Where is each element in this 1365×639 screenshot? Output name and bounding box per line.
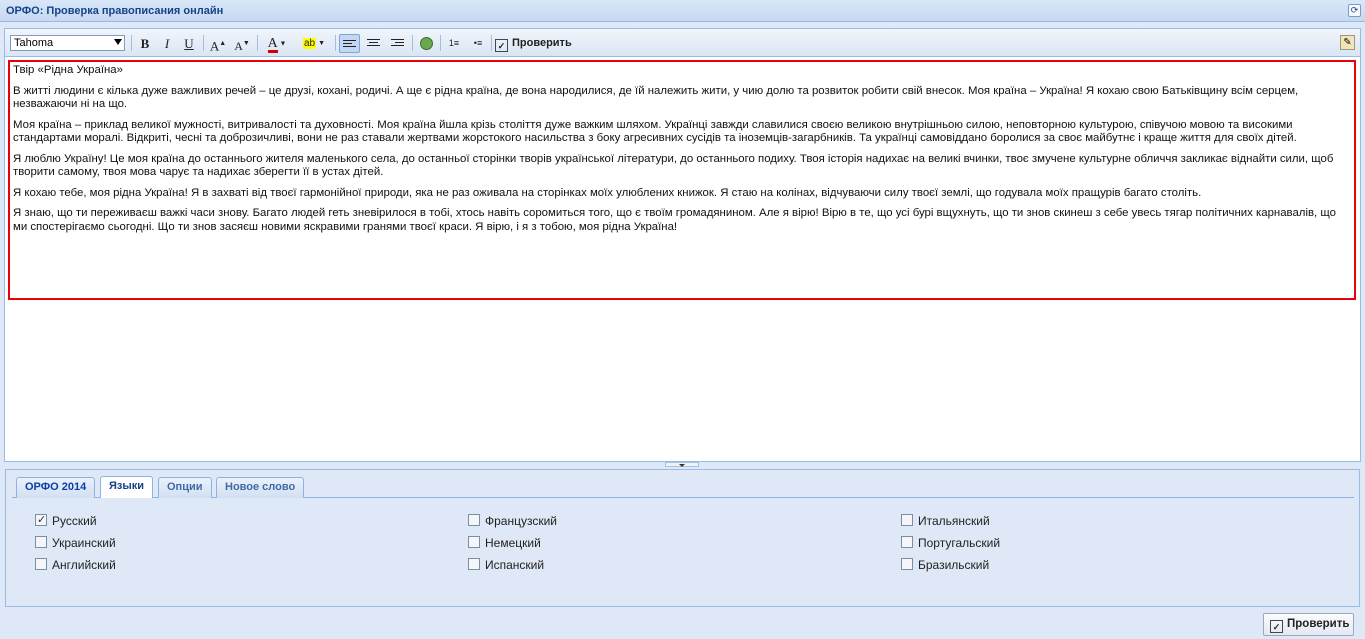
toolbar-separator [412,35,413,51]
align-left-icon[interactable] [339,34,360,53]
toolbar-check-label: Проверить [512,37,572,49]
check-button-label: Проверить [1287,618,1350,630]
language-label: Украинский [52,536,116,550]
refresh-icon[interactable]: ⟳ [1348,4,1361,17]
editor-toolbar: Tahoma B I U A▲ A▼ A ▼ ab ▼ 1≡ •≡ ✓ Прове… [5,29,1360,57]
language-label: Бразильский [918,558,990,572]
language-label: Немецкий [485,536,541,550]
toolbar-separator [131,35,132,51]
panel-splitter[interactable] [0,462,1365,468]
toolbar-check-button[interactable]: ✓ Проверить [495,34,572,53]
font-family-select[interactable]: Tahoma [10,35,125,51]
text-editor-area[interactable]: Твір «Рідна Україна» В житті людини є кі… [8,60,1356,300]
checkbox-box[interactable] [901,536,913,548]
tab-languages[interactable]: Языки [100,476,154,498]
align-center-icon[interactable] [363,34,384,53]
checkbox-box[interactable] [468,514,480,526]
globe-link-icon[interactable] [416,34,436,53]
font-family-value: Tahoma [14,37,54,49]
toolbar-separator [335,35,336,51]
chevron-down-icon [114,39,122,45]
checkbox-box[interactable] [35,536,47,548]
checkbox-box[interactable] [901,558,913,570]
language-label: Испанский [485,558,545,572]
spellcheck-icon: ✓ [495,39,508,52]
align-right-icon[interactable] [387,34,408,53]
language-label: Французский [485,514,557,528]
language-label: Русский [52,514,97,528]
unordered-list-icon[interactable]: •≡ [468,34,488,53]
bold-icon[interactable]: B [136,34,154,53]
underline-icon[interactable]: U [180,34,198,53]
highlight-icon[interactable]: ab ▼ [299,34,329,53]
toolbar-separator [440,35,441,51]
toolbar-separator [491,35,492,51]
tab-options[interactable]: Опции [158,477,212,498]
ordered-list-icon[interactable]: 1≡ [444,34,464,53]
document-paragraph: Я кохаю тебе, моя рідна Україна! Я в зах… [13,186,1202,199]
document-paragraph: В житті людини є кілька дуже важливих ре… [13,84,1299,111]
spellcheck-icon: ✓ [1270,620,1283,633]
toolbar-separator [203,35,204,51]
languages-tab-body: ✓ Русский Украинский Английский Французс… [12,498,1354,602]
document-paragraph: Я люблю Україну! Це моя країна до останн… [13,152,1334,179]
toolbar-separator [257,35,258,51]
checkmark-icon: ✓ [37,514,47,526]
check-button[interactable]: ✓ Проверить [1263,613,1354,636]
checkbox-box[interactable]: ✓ [35,514,47,526]
tab-strip: ОРФО 2014 Языки Опции Новое слово [12,475,1354,498]
grow-font-icon[interactable]: A▲ [208,34,228,53]
options-panel: ОРФО 2014 Языки Опции Новое слово ✓ Русс… [5,469,1360,607]
edit-source-icon[interactable]: ✎ [1340,35,1355,50]
collapse-grip-icon[interactable] [665,462,699,467]
window-title: ОРФО: Проверка правописания онлайн [6,5,224,17]
checkbox-box[interactable] [468,558,480,570]
tab-new-word[interactable]: Новое слово [216,477,305,498]
document-paragraph: Твір «Рідна Україна» [13,64,123,76]
language-label: Португальский [918,536,1001,550]
font-color-icon[interactable]: A ▼ [262,34,292,53]
tab-orfo-2014[interactable]: ОРФО 2014 [16,477,96,498]
language-label: Английский [52,558,116,572]
checkbox-box[interactable] [35,558,47,570]
shrink-font-icon[interactable]: A▼ [232,34,252,53]
italic-icon[interactable]: I [158,34,176,53]
checkbox-box[interactable] [468,536,480,548]
editor: Tahoma B I U A▲ A▼ A ▼ ab ▼ 1≡ •≡ ✓ Прове… [4,28,1361,462]
language-label: Итальянский [918,514,990,528]
document-paragraph: Моя країна – приклад великої мужності, в… [13,118,1297,145]
window-titlebar: ОРФО: Проверка правописания онлайн ⟳ [0,0,1365,22]
checkbox-box[interactable] [901,514,913,526]
document-paragraph: Я знаю, що ти переживаєш важкі часи знов… [13,207,1336,233]
